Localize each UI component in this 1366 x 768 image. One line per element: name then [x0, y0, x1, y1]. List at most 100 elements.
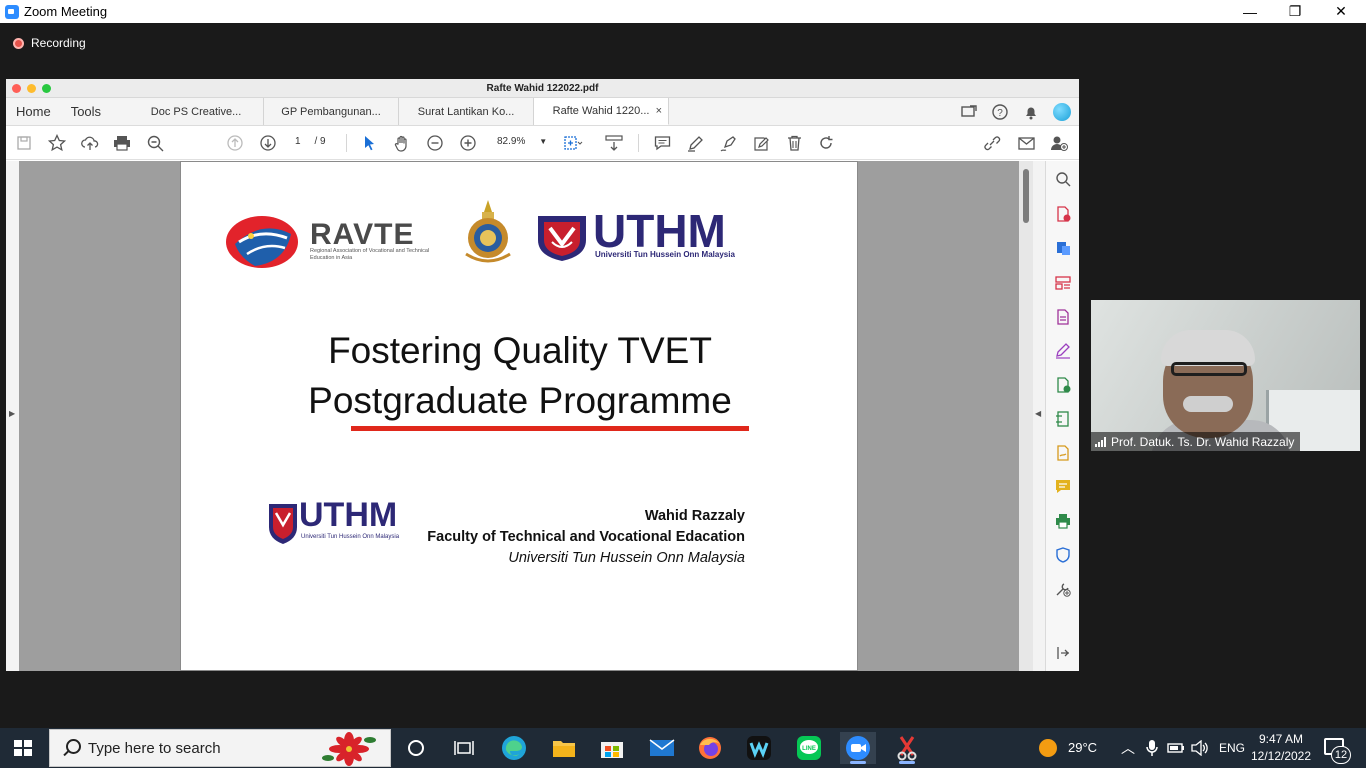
- zoom-level-select[interactable]: 82.9% ▼: [497, 136, 547, 147]
- windows-start-icon[interactable]: [14, 740, 32, 756]
- right-pane-collapse[interactable]: ◀: [1033, 161, 1045, 671]
- temperature[interactable]: 29°C: [1068, 740, 1097, 755]
- tab-close-icon[interactable]: ×: [656, 105, 662, 117]
- chevron-right-icon: ▶: [9, 409, 16, 418]
- author-faculty: Faculty of Technical and Vocational Edac…: [427, 529, 745, 545]
- recording-indicator[interactable]: Recording: [13, 36, 86, 50]
- participant-mustache: [1183, 396, 1233, 412]
- task-view-icon[interactable]: [446, 732, 482, 764]
- doc-tab-3[interactable]: Surat Lantikan Ko...: [399, 98, 535, 125]
- scroll-mode-icon[interactable]: [604, 133, 624, 153]
- cortana-icon[interactable]: [398, 732, 434, 764]
- email-icon[interactable]: [1016, 133, 1036, 153]
- line-icon[interactable]: LINE: [791, 732, 827, 764]
- page-indicator[interactable]: 1 / 9: [295, 136, 326, 147]
- search-zoom-icon[interactable]: [1055, 171, 1071, 187]
- notification-bell-icon[interactable]: [1022, 104, 1039, 121]
- fit-page-icon[interactable]: [563, 133, 583, 153]
- chevron-up-icon[interactable]: ︿: [1121, 738, 1135, 758]
- doc-tab-2[interactable]: GP Pembangunan...: [264, 98, 400, 125]
- edit-text-icon[interactable]: [751, 133, 771, 153]
- taskbar-search-box[interactable]: Type here to search: [49, 729, 391, 767]
- tab-tools[interactable]: Tools: [61, 98, 129, 125]
- acrobat-body: ▶ RAVTE Regional Association of Vocation…: [6, 161, 1079, 671]
- clock-time: 9:47 AM: [1258, 732, 1304, 746]
- next-page-icon[interactable]: [258, 133, 278, 153]
- protect-shield-icon[interactable]: [1055, 547, 1071, 563]
- print-icon[interactable]: [112, 133, 132, 153]
- minimize-button[interactable]: —: [1227, 0, 1273, 23]
- toolbar-divider: [638, 134, 639, 152]
- doc-tab-4-active[interactable]: Rafte Wahid 1220... ×: [534, 98, 670, 125]
- help-icon[interactable]: ?: [991, 104, 1008, 121]
- save-icon[interactable]: [14, 133, 34, 153]
- mac-close-icon[interactable]: [12, 84, 21, 93]
- zoom-out-icon[interactable]: [425, 133, 445, 153]
- snipping-tool-icon[interactable]: [889, 732, 925, 764]
- zoom-out-search-icon[interactable]: [145, 133, 165, 153]
- participant-video-tile[interactable]: Prof. Datuk. Ts. Dr. Wahid Razzaly: [1091, 300, 1360, 451]
- page-total: / 9: [314, 136, 326, 147]
- delete-trash-icon[interactable]: [784, 133, 804, 153]
- tab-home[interactable]: Home: [6, 98, 61, 125]
- more-tools-icon[interactable]: [1055, 581, 1071, 597]
- collapse-panel-icon[interactable]: [1055, 645, 1071, 661]
- export-pdf-icon[interactable]: [1055, 240, 1071, 256]
- hand-tool-icon[interactable]: [392, 133, 412, 153]
- scrollbar-thumb[interactable]: [1023, 169, 1029, 223]
- select-cursor-icon[interactable]: [359, 133, 379, 153]
- edit-pdf-icon[interactable]: [1055, 309, 1071, 325]
- zoom-in-icon[interactable]: [458, 133, 478, 153]
- store-icon[interactable]: [594, 732, 630, 764]
- organize-pages-icon[interactable]: [1055, 275, 1071, 291]
- mail-icon[interactable]: [644, 732, 680, 764]
- search-placeholder: Type here to search: [88, 739, 221, 757]
- input-language[interactable]: ENG: [1219, 741, 1245, 755]
- system-clock[interactable]: 9:47 AM 12/12/2022: [1250, 731, 1312, 765]
- bookmark-star-icon[interactable]: [47, 133, 67, 153]
- weather-sun-icon[interactable]: [1030, 732, 1066, 764]
- participant-name: Prof. Datuk. Ts. Dr. Wahid Razzaly: [1111, 434, 1295, 449]
- uthm-subtitle-small: Universiti Tun Hussein Onn Malaysia: [301, 534, 400, 540]
- volume-icon[interactable]: [1184, 732, 1216, 764]
- document-viewer[interactable]: RAVTE Regional Association of Vocational…: [19, 161, 1019, 671]
- mac-minimize-icon[interactable]: [27, 84, 36, 93]
- chevron-left-icon: ◀: [1035, 409, 1042, 418]
- comment-icon[interactable]: [652, 133, 672, 153]
- highlight-pen-icon[interactable]: [685, 133, 705, 153]
- firefox-icon[interactable]: [692, 732, 728, 764]
- doc-tab-1[interactable]: Doc PS Creative...: [129, 98, 265, 125]
- mac-zoom-icon[interactable]: [42, 84, 51, 93]
- previous-page-icon[interactable]: [225, 133, 245, 153]
- webex-icon[interactable]: [741, 732, 777, 764]
- draw-signature-icon[interactable]: [718, 133, 738, 153]
- ravte-wordmark: RAVTE: [310, 218, 415, 251]
- zoom-icon[interactable]: [840, 732, 876, 764]
- comment-panel-icon[interactable]: [1055, 479, 1071, 495]
- doc-tab-label: Doc PS Creative...: [150, 105, 242, 118]
- author-name: Wahid Razzaly: [644, 508, 745, 524]
- share-link-icon[interactable]: [982, 133, 1002, 153]
- combine-files-icon[interactable]: [1055, 377, 1071, 393]
- toolbar-divider: [346, 134, 347, 152]
- slide-title-line-2: Postgraduate Programme: [308, 380, 732, 421]
- request-signature-icon[interactable]: [1055, 445, 1071, 461]
- vertical-scrollbar[interactable]: [1019, 161, 1033, 671]
- upload-cloud-icon[interactable]: [80, 133, 100, 153]
- edge-icon[interactable]: [496, 732, 532, 764]
- fill-sign-icon[interactable]: [1055, 343, 1071, 359]
- share-screen-icon[interactable]: [960, 104, 977, 121]
- compress-pdf-icon[interactable]: [1055, 411, 1071, 427]
- close-button[interactable]: ✕: [1318, 0, 1364, 23]
- file-explorer-icon[interactable]: [546, 732, 582, 764]
- rotate-icon[interactable]: [816, 133, 836, 153]
- document-title: Rafte Wahid 122022.pdf: [486, 82, 599, 94]
- signal-strength-icon: [1095, 436, 1106, 447]
- left-nav-collapse[interactable]: ▶: [6, 161, 19, 671]
- add-user-icon[interactable]: [1049, 133, 1069, 153]
- restore-button[interactable]: ❐: [1272, 0, 1318, 23]
- user-avatar[interactable]: [1053, 103, 1071, 121]
- create-pdf-icon[interactable]: [1055, 206, 1071, 222]
- current-page[interactable]: 1: [295, 136, 301, 147]
- print-production-icon[interactable]: [1055, 513, 1071, 529]
